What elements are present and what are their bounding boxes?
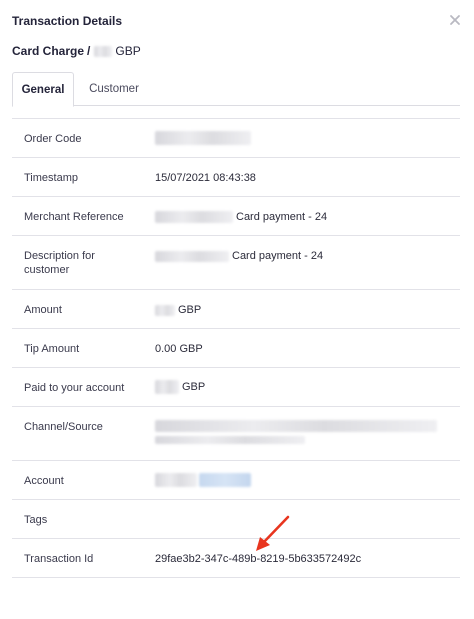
merchant-reference-value: Card payment - 24 — [155, 210, 327, 224]
subtitle-currency: GBP — [115, 44, 141, 58]
row-tip-amount: Tip Amount 0.00 GBP — [12, 329, 460, 368]
subtitle-type: Card Charge — [12, 44, 85, 58]
description-label: Description for customer — [24, 250, 95, 276]
row-account: Account — [12, 461, 460, 500]
redacted-description — [155, 250, 229, 262]
tip-amount-label: Tip Amount — [24, 343, 80, 355]
amount-value: GBP — [155, 303, 201, 317]
timestamp-label: Timestamp — [24, 172, 78, 184]
redacted-paid-amount — [155, 380, 179, 394]
paid-to-account-label: Paid to your account — [24, 382, 125, 394]
details-table: Order Code Timestamp 15/07/2021 08:43:38… — [12, 118, 460, 578]
row-order-code: Order Code — [12, 119, 460, 158]
row-merchant-reference: Merchant Reference Card payment - 24 — [12, 197, 460, 236]
merchant-reference-suffix: Card payment - 24 — [236, 211, 328, 223]
close-icon[interactable] — [447, 12, 463, 28]
row-channel-source: Channel/Source — [12, 407, 460, 461]
channel-source-label: Channel/Source — [24, 421, 103, 433]
redacted-account-link[interactable] — [199, 473, 251, 487]
paid-to-account-currency: GBP — [182, 381, 206, 393]
paid-to-account-value: GBP — [155, 380, 205, 394]
red-arrow-annotation — [248, 512, 294, 556]
merchant-reference-label: Merchant Reference — [24, 211, 124, 223]
redacted-channel-line-2 — [155, 436, 305, 444]
order-code-value — [155, 131, 251, 145]
amount-currency: GBP — [178, 304, 202, 316]
description-suffix: Card payment - 24 — [232, 250, 324, 262]
transaction-details-modal: Transaction Details Card Charge / GBP Ge… — [0, 0, 474, 619]
row-tags: Tags — [12, 500, 460, 539]
tab-general[interactable]: General — [12, 72, 74, 107]
amount-label: Amount — [24, 304, 62, 316]
tab-bar: General Customer — [12, 72, 460, 107]
row-transaction-id: Transaction Id 29fae3b2-347c-489b-8219-5… — [12, 539, 460, 578]
row-description: Description for customer Card payment - … — [12, 236, 460, 290]
modal-title: Transaction Details — [12, 14, 123, 28]
subtitle-separator: / — [87, 44, 91, 58]
redacted-account-name — [155, 473, 197, 487]
description-value: Card payment - 24 — [155, 249, 323, 263]
redacted-amount-value — [155, 304, 175, 316]
timestamp-value: 15/07/2021 08:43:38 — [155, 172, 256, 184]
transaction-id-label: Transaction Id — [24, 553, 94, 565]
account-label: Account — [24, 475, 64, 487]
account-value[interactable] — [155, 473, 251, 487]
order-code-label: Order Code — [24, 133, 82, 145]
redacted-channel-line-1 — [155, 420, 437, 432]
redacted-order-code — [155, 131, 251, 145]
transaction-subtitle: Card Charge / GBP — [12, 44, 141, 58]
row-paid-to-account: Paid to your account GBP — [12, 368, 460, 407]
tip-amount-value: 0.00 GBP — [155, 343, 203, 355]
channel-source-value — [155, 420, 437, 444]
tags-label: Tags — [24, 514, 48, 526]
tab-customer[interactable]: Customer — [78, 72, 150, 106]
row-timestamp: Timestamp 15/07/2021 08:43:38 — [12, 158, 460, 197]
redacted-reference — [155, 211, 233, 223]
row-amount: Amount GBP — [12, 290, 460, 329]
redacted-amount — [94, 45, 113, 57]
